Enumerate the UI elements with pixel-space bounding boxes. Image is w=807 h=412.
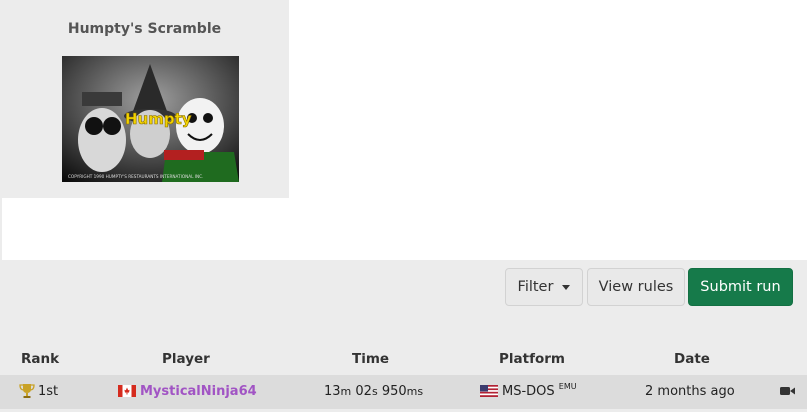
time-milliseconds: 950 [381, 384, 407, 399]
canada-flag-icon [118, 385, 136, 397]
time-seconds: 02 [355, 384, 372, 399]
rank-value: 1st [38, 384, 59, 399]
emulator-badge: EMU [558, 382, 577, 391]
header-rank[interactable]: Rank [21, 351, 59, 367]
header-time[interactable]: Time [352, 351, 389, 367]
submit-run-button[interactable]: Submit run [688, 268, 793, 306]
cover-copyright-text: COPYRIGHT 1990 HUMPTY'S RESTAURANTS INTE… [68, 174, 203, 179]
video-camera-icon[interactable] [780, 385, 795, 397]
time-min-unit: m [340, 385, 352, 398]
cover-art: Humpty COPYRIGHT 1990 HUMPTY'S RESTAURAN… [62, 56, 239, 182]
game-title: Humpty's Scramble [67, 21, 222, 37]
header-platform[interactable]: Platform [499, 351, 565, 367]
game-cover-image: Humpty COPYRIGHT 1990 HUMPTY'S RESTAURAN… [62, 56, 239, 182]
platform-value: MS-DOS EMU [502, 382, 577, 399]
platform-name: MS-DOS [502, 384, 555, 399]
header-date[interactable]: Date [674, 351, 710, 367]
player-link[interactable]: MysticalNinja64 [140, 384, 257, 399]
cover-logo-text: Humpty [125, 110, 192, 128]
usa-flag-icon [480, 385, 498, 397]
view-rules-button[interactable]: View rules [587, 268, 685, 306]
time-sec-unit: s [371, 385, 378, 398]
header-player[interactable]: Player [162, 351, 210, 367]
filter-button[interactable]: Filter [505, 268, 583, 306]
submit-run-label: Submit run [700, 279, 781, 295]
time-value: 13m 02s 950ms [324, 384, 423, 399]
filter-button-label: Filter [517, 279, 554, 295]
view-rules-label: View rules [598, 279, 674, 295]
trophy-icon [19, 384, 35, 398]
left-strip [0, 198, 2, 260]
time-ms-unit: ms [406, 385, 424, 398]
date-value: 2 months ago [645, 384, 735, 399]
caret-down-icon [562, 284, 571, 290]
time-minutes: 13 [324, 384, 341, 399]
